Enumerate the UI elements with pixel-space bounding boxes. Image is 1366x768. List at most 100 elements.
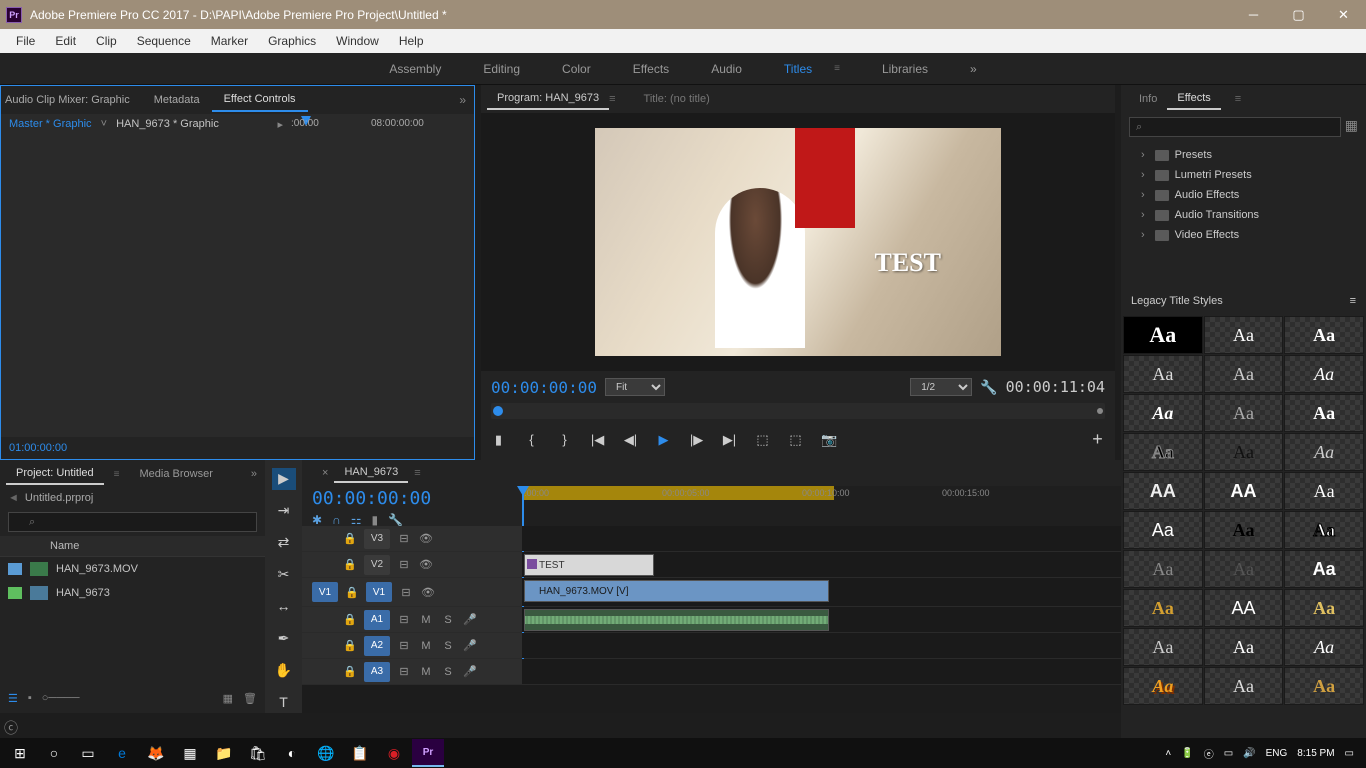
task-view-icon[interactable]: ▭	[72, 739, 104, 767]
title-style[interactable]: Aa	[1204, 355, 1284, 393]
extract-button[interactable]: ⬚	[788, 432, 803, 448]
tray-app-icon[interactable]: ⓔ	[1204, 746, 1214, 761]
mute-button[interactable]: M	[418, 614, 434, 626]
selection-tool[interactable]: ▶	[272, 468, 296, 490]
tray-clock[interactable]: 8:15 PM	[1297, 748, 1334, 759]
title-style[interactable]: Aa	[1284, 433, 1364, 471]
zoom-fit-select[interactable]: Fit	[605, 378, 665, 396]
action-center-icon[interactable]: ▭	[1345, 748, 1354, 759]
go-to-in-button[interactable]: |◀	[590, 432, 605, 448]
solo-button[interactable]: S	[440, 666, 456, 678]
edge-icon[interactable]: e	[106, 739, 138, 767]
mute-button[interactable]: M	[418, 666, 434, 678]
title-style[interactable]: Aa	[1284, 511, 1364, 549]
workspace-assembly[interactable]: Assembly	[383, 58, 447, 80]
title-style[interactable]: AA	[1123, 472, 1203, 510]
eye-icon[interactable]: 👁	[418, 532, 434, 545]
tray-language[interactable]: ENG	[1266, 748, 1288, 759]
close-button[interactable]: ✕	[1321, 0, 1366, 29]
mic-icon[interactable]: 🎤	[462, 613, 478, 626]
menu-marker[interactable]: Marker	[201, 31, 258, 51]
tab-effects[interactable]: Effects	[1167, 88, 1220, 110]
title-style[interactable]: Aa	[1284, 394, 1364, 432]
go-to-out-button[interactable]: ▶|	[722, 432, 737, 448]
title-style[interactable]: AA	[1204, 589, 1284, 627]
title-style[interactable]: Aa	[1123, 355, 1203, 393]
title-style[interactable]: AA	[1204, 472, 1284, 510]
tray-battery-icon[interactable]: 🔋	[1181, 748, 1193, 759]
tree-lumetri[interactable]: Lumetri Presets	[1121, 165, 1366, 185]
lock-icon[interactable]: 🔒	[342, 613, 358, 626]
audio-clip[interactable]	[524, 609, 829, 631]
program-tab-menu-icon[interactable]: ≡	[609, 93, 633, 105]
lock-icon[interactable]: 🔒	[342, 532, 358, 545]
export-frame-button[interactable]: 📷	[821, 432, 836, 448]
title-style[interactable]: Aa	[1284, 355, 1364, 393]
solo-button[interactable]: S	[440, 640, 456, 652]
menu-sequence[interactable]: Sequence	[127, 31, 201, 51]
lift-button[interactable]: ⬚	[755, 432, 770, 448]
hand-tool[interactable]: ✋	[272, 659, 296, 681]
project-item[interactable]: HAN_9673	[0, 581, 265, 605]
menu-edit[interactable]: Edit	[45, 31, 86, 51]
mute-button[interactable]: M	[418, 640, 434, 652]
tree-presets[interactable]: Presets	[1121, 145, 1366, 165]
title-style[interactable]: Aa	[1204, 316, 1284, 354]
step-back-button[interactable]: ◀|	[623, 432, 638, 448]
sync-lock-icon[interactable]: ⊟	[396, 665, 412, 678]
out-point-button[interactable]: }	[557, 432, 572, 447]
settings-icon[interactable]: 🔧	[388, 513, 403, 527]
workspace-editing[interactable]: Editing	[477, 58, 526, 80]
menu-clip[interactable]: Clip	[86, 31, 127, 51]
timeline-tab[interactable]: HAN_9673	[334, 463, 408, 483]
workspace-menu-icon[interactable]: ≡	[828, 59, 846, 78]
workspace-libraries[interactable]: Libraries	[876, 58, 934, 80]
tray-volume-icon[interactable]: 🔊	[1243, 748, 1255, 759]
solo-button[interactable]: S	[440, 614, 456, 626]
track-label[interactable]: A1	[364, 610, 390, 630]
sync-lock-icon[interactable]: ⊟	[396, 558, 412, 571]
app-icon[interactable]: 📋	[344, 739, 376, 767]
tab-project[interactable]: Project: Untitled	[6, 463, 104, 485]
linked-selection-icon[interactable]: ⚏	[351, 513, 362, 527]
track-label[interactable]: A3	[364, 662, 390, 682]
tab-effect-controls[interactable]: Effect Controls	[212, 88, 308, 112]
title-style[interactable]: Aa	[1204, 511, 1284, 549]
tab-program[interactable]: Program: HAN_9673	[487, 88, 609, 110]
back-icon[interactable]: ◄	[8, 492, 19, 504]
zoom-slider[interactable]: ○────	[42, 692, 80, 704]
razor-tool[interactable]: ✂	[272, 564, 296, 586]
project-item[interactable]: HAN_9673.MOV	[0, 557, 265, 581]
track-label[interactable]: V2	[364, 555, 390, 575]
title-style[interactable]: Aa	[1284, 667, 1364, 705]
title-style[interactable]: Aa	[1204, 433, 1284, 471]
timeline-current-time[interactable]: 00:00:00:00	[312, 488, 512, 509]
cc-icon[interactable]: ⓒ	[4, 718, 18, 738]
mic-icon[interactable]: 🎤	[462, 639, 478, 652]
play-button[interactable]: ▶	[656, 432, 671, 448]
tab-title[interactable]: Title: (no title)	[634, 89, 720, 109]
project-name-header[interactable]: Name	[0, 536, 265, 557]
minimize-button[interactable]: ─	[1231, 0, 1276, 29]
resolution-select[interactable]: 1/2	[910, 378, 972, 396]
project-overflow[interactable]: »	[241, 464, 265, 484]
trash-icon[interactable]: 🗑	[243, 692, 257, 705]
tab-metadata[interactable]: Metadata	[142, 89, 212, 111]
explorer-icon[interactable]: 📁	[208, 739, 240, 767]
pen-tool[interactable]: ✒	[272, 627, 296, 649]
source-track-label[interactable]: V1	[312, 582, 338, 602]
tree-video-effects[interactable]: Video Effects	[1121, 225, 1366, 245]
project-menu-icon[interactable]: ≡	[104, 465, 130, 484]
styles-menu-icon[interactable]: ≡	[1350, 295, 1356, 311]
sync-lock-icon[interactable]: ⊟	[398, 586, 414, 599]
title-style[interactable]: Aa	[1284, 472, 1364, 510]
type-tool[interactable]: T	[272, 691, 296, 713]
slip-tool[interactable]: ↔	[272, 596, 296, 618]
workspace-titles[interactable]: Titles	[778, 58, 818, 80]
track-label[interactable]: V1	[366, 582, 392, 602]
tray-expand-icon[interactable]: ˄	[1165, 748, 1171, 759]
project-search-input[interactable]	[8, 512, 257, 532]
title-style[interactable]: Aa	[1123, 667, 1203, 705]
title-style[interactable]: Aa	[1123, 589, 1203, 627]
lock-icon[interactable]: 🔒	[342, 558, 358, 571]
